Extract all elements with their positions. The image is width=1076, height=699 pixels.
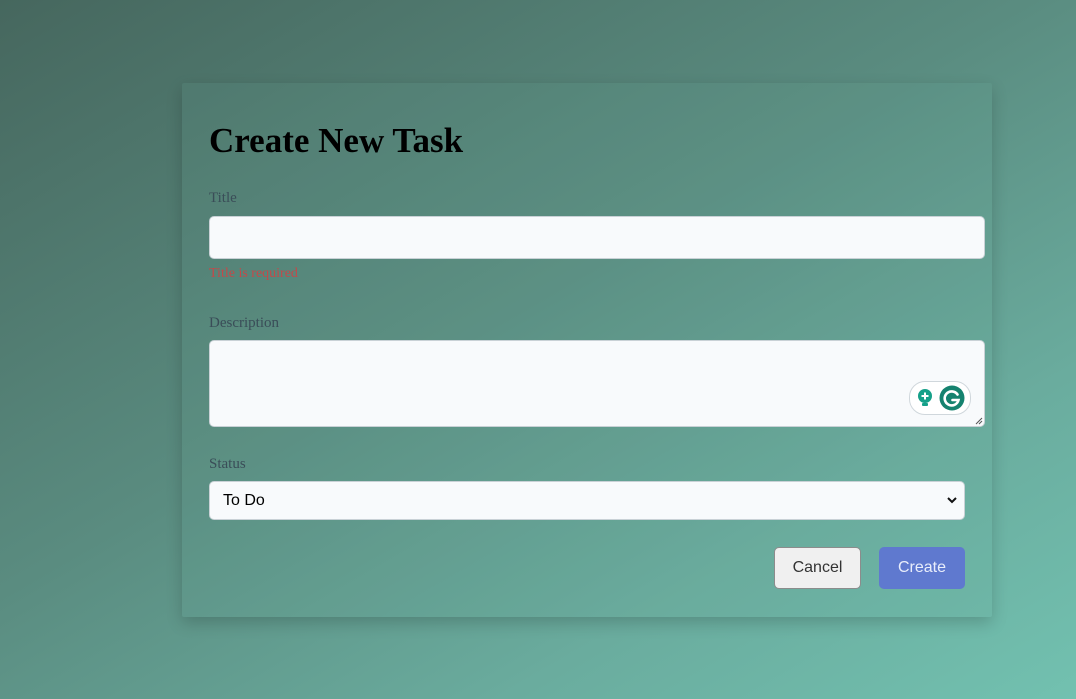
title-error: Title is required — [209, 266, 298, 281]
status-selected-value: To Do — [223, 492, 265, 509]
title-input[interactable] — [209, 216, 985, 259]
create-task-dialog: Create New Task Title Title is required … — [182, 83, 992, 617]
grammarly-g-icon[interactable] — [939, 385, 965, 411]
status-label: Status — [209, 456, 246, 472]
resize-handle-icon[interactable] — [975, 417, 983, 425]
description-label: Description — [209, 315, 279, 331]
status-select[interactable]: To Do — [209, 481, 965, 520]
grammarly-widget[interactable] — [909, 381, 971, 415]
description-overlay — [209, 340, 985, 427]
title-label: Title — [209, 190, 237, 206]
create-button[interactable]: Create — [879, 547, 965, 589]
cancel-button[interactable]: Cancel — [774, 547, 861, 589]
chevron-down-icon — [946, 482, 958, 534]
lightbulb-icon[interactable] — [915, 388, 935, 408]
dialog-title: Create New Task — [209, 121, 464, 160]
